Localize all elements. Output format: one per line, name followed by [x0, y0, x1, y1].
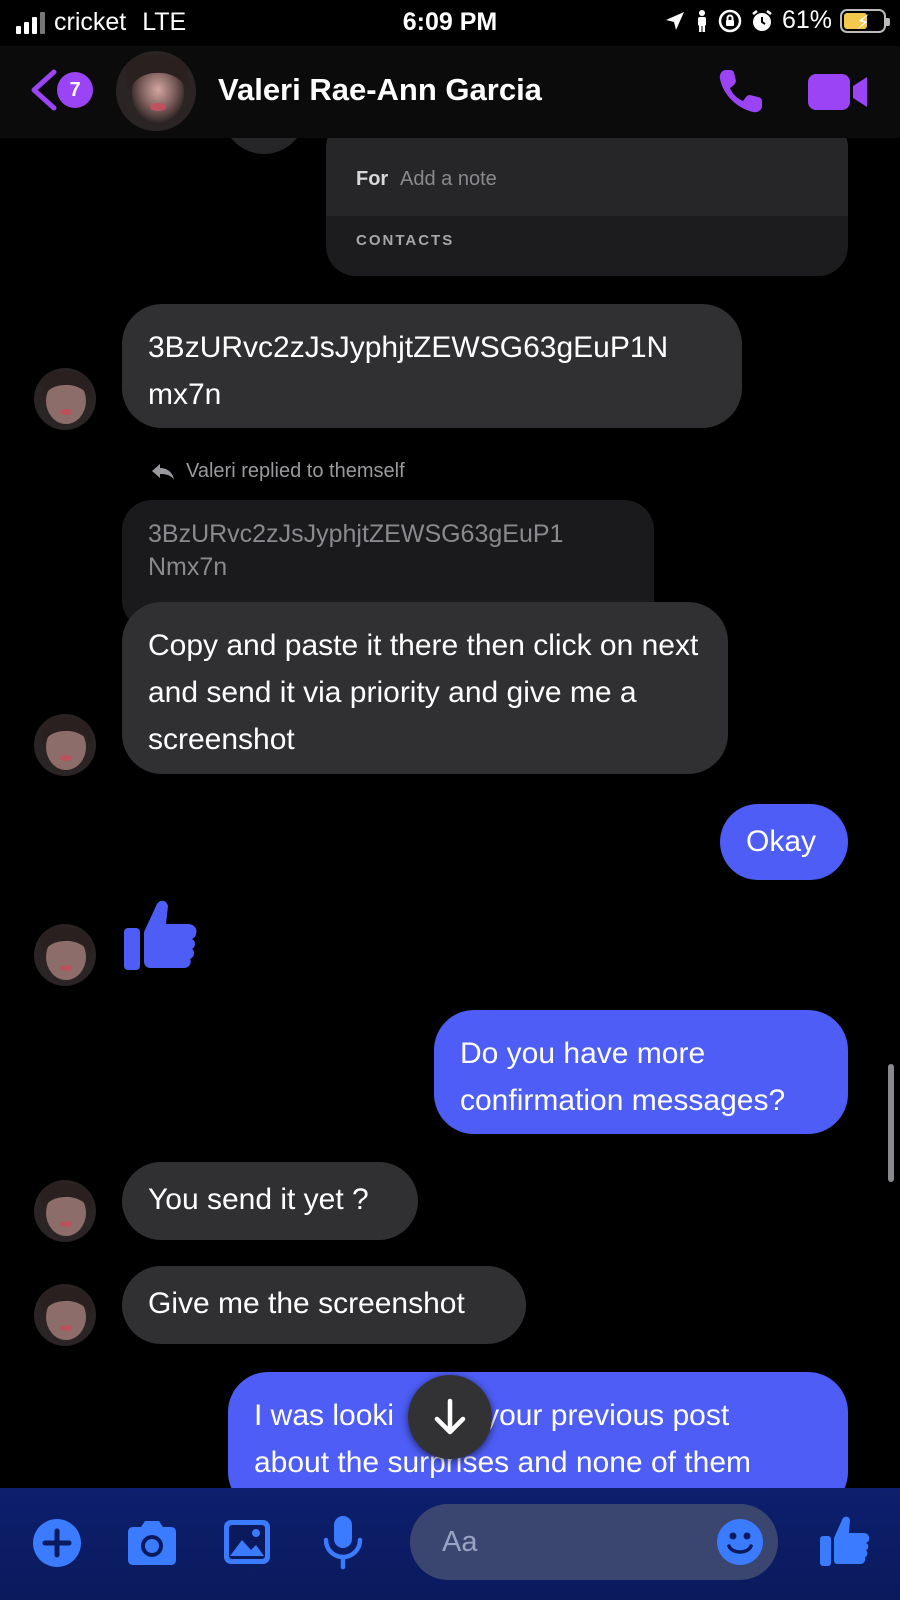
chat-header: 7 Valeri Rae-Ann Garcia [0, 46, 900, 138]
sender-avatar[interactable] [34, 368, 96, 430]
alarm-icon [752, 9, 772, 31]
orientation-lock-icon [718, 9, 742, 32]
scrollbar[interactable] [888, 1064, 894, 1182]
message-text: 3BzURvc2zJsJyphjtZEWSG63gEuP1N mx7n [148, 331, 669, 411]
composer-bar [0, 1488, 900, 1600]
sender-avatar[interactable] [34, 714, 96, 776]
sender-avatar[interactable] [34, 1284, 96, 1346]
location-arrow-icon [665, 11, 684, 30]
message-text: Copy and paste it there then click on ne… [148, 629, 699, 756]
message-bubble-outgoing[interactable]: Okay [720, 804, 848, 880]
person-icon [697, 9, 706, 32]
video-call-icon[interactable] [807, 72, 869, 112]
battery-percent: 61% [781, 6, 832, 34]
message-text: Do you have more confirmation messages? [460, 1037, 786, 1117]
reply-header-text: Valeri replied to themself [186, 460, 405, 482]
camera-icon[interactable] [124, 1520, 180, 1566]
contact-name[interactable]: Valeri Rae-Ann Garcia [218, 72, 542, 108]
status-right: 61% ⚡ [664, 6, 890, 35]
payment-card[interactable]: For Add a note CONTACTS [326, 138, 848, 276]
message-list[interactable]: For Add a note CONTACTS 3BzURvc2zJsJyphj… [0, 138, 900, 1488]
message-text-line: about the surprises and none of them [254, 1446, 751, 1479]
message-text: Give me the screenshot [148, 1287, 465, 1320]
message-text-line: I was looki your previous post [254, 1399, 730, 1432]
contacts-label: CONTACTS [356, 232, 455, 249]
add-note-field[interactable]: Add a note [400, 168, 497, 191]
arrow-down-icon [434, 1398, 466, 1435]
sender-avatar[interactable] [34, 1180, 96, 1242]
partial-avatar [222, 138, 306, 154]
message-text: You send it yet ? [148, 1183, 369, 1216]
scroll-to-bottom-button[interactable] [408, 1375, 492, 1459]
message-bubble-outgoing[interactable]: I was looki your previous post about the … [228, 1372, 848, 1488]
for-label: For [356, 168, 389, 190]
message-bubble-incoming[interactable]: You send it yet ? [122, 1162, 418, 1240]
microphone-icon[interactable] [322, 1514, 364, 1570]
battery-icon: ⚡ [840, 8, 890, 34]
payment-note-row[interactable]: For Add a note [326, 138, 848, 216]
message-bubble-incoming[interactable]: Copy and paste it there then click on ne… [122, 602, 728, 774]
sender-avatar[interactable] [34, 924, 96, 986]
status-bar: cricket LTE 6:09 PM 61% ⚡ [0, 0, 900, 46]
gallery-icon[interactable] [222, 1518, 272, 1566]
reply-arrow-icon [152, 463, 174, 480]
thumbs-up-icon[interactable] [120, 894, 200, 974]
message-text: Okay [746, 825, 817, 858]
message-bubble-incoming[interactable]: 3BzURvc2zJsJyphjtZEWSG63gEuP1N mx7n [122, 304, 742, 428]
emoji-icon[interactable] [716, 1518, 764, 1566]
reply-indicator: Valeri replied to themself [150, 460, 405, 483]
contact-avatar[interactable] [116, 51, 196, 131]
thumbs-up-send-icon[interactable] [818, 1512, 870, 1568]
message-bubble-outgoing[interactable]: Do you have more confirmation messages? [434, 1010, 848, 1134]
plus-icon[interactable] [32, 1518, 82, 1568]
phone-call-icon[interactable] [716, 66, 766, 116]
message-bubble-incoming[interactable]: Give me the screenshot [122, 1266, 526, 1344]
unread-count-badge[interactable]: 7 [57, 72, 93, 108]
